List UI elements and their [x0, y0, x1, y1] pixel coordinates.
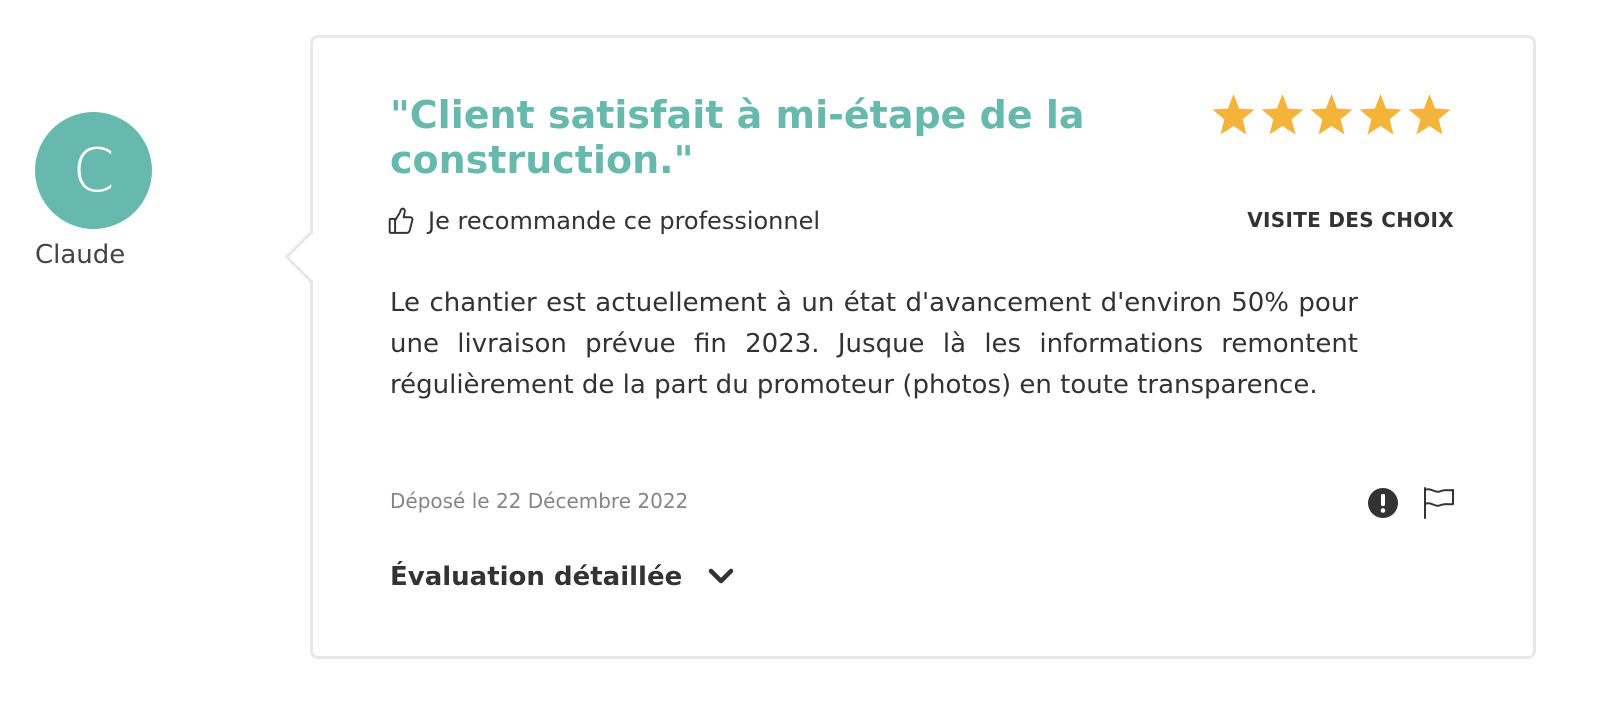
star-icon — [1359, 94, 1402, 135]
recommendation: Je recommande ce professionnel — [388, 207, 820, 235]
star-rating — [1210, 94, 1453, 136]
star-icon — [1261, 94, 1304, 135]
detailed-evaluation-toggle[interactable]: Évaluation détaillée — [390, 562, 734, 592]
visit-type-label: VISITE DES CHOIX — [1247, 208, 1454, 232]
review-actions — [1367, 486, 1456, 520]
star-icon — [1212, 94, 1255, 135]
review-title: "Client satisfait à mi-étape de la const… — [390, 93, 1085, 182]
review-page: C Claude "Client satisfait à mi-étape de… — [0, 0, 1604, 706]
alert-icon[interactable] — [1367, 487, 1399, 519]
posted-date: Déposé le 22 Décembre 2022 — [390, 489, 689, 513]
detailed-evaluation-label: Évaluation détaillée — [390, 562, 683, 592]
star-icon — [1310, 94, 1353, 135]
review-body: Le chantier est actuellement à un état d… — [390, 288, 1358, 400]
chevron-down-icon — [708, 568, 734, 584]
avatar: C — [35, 112, 152, 229]
thumbs-up-icon — [388, 207, 414, 234]
flag-icon[interactable] — [1422, 486, 1456, 520]
recommend-label: Je recommande ce professionnel — [428, 207, 821, 235]
avatar-initial: C — [72, 135, 115, 206]
star-icon — [1408, 94, 1451, 135]
author-name: Claude — [35, 240, 126, 270]
